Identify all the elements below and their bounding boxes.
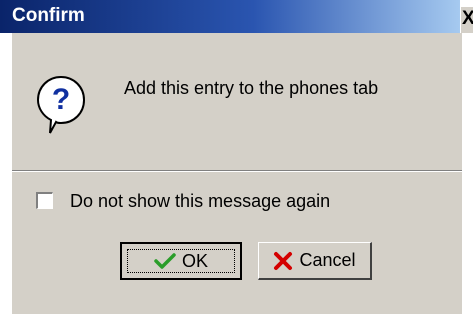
dont-show-again-checkbox[interactable] [36,192,53,209]
separator [12,170,462,172]
focus-rectangle [127,249,235,273]
title-bar[interactable]: Confirm [0,0,460,33]
svg-text:?: ? [52,83,70,116]
window-title: Confirm [12,5,85,26]
window-edge [462,33,474,314]
dont-show-again-label[interactable]: Do not show this message again [70,189,330,213]
close-icon: X [462,8,473,30]
ok-button[interactable]: OK [120,242,242,280]
x-icon [274,251,293,270]
question-icon: ? [36,75,86,134]
confirm-dialog: Confirm X ? Add this entry to the phones… [0,0,474,314]
cancel-label: Cancel [299,250,356,270]
message-text: Add this entry to the phones tab [124,78,379,98]
cancel-button[interactable]: Cancel [258,242,372,280]
close-button[interactable]: X [460,6,473,35]
